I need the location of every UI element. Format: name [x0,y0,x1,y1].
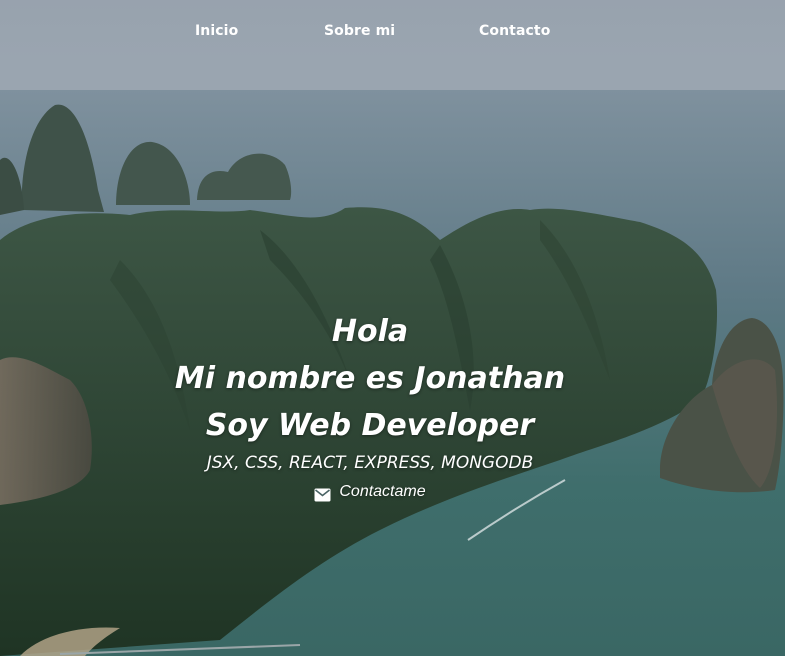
hero-intro: Hola Mi nombre es Jonathan Soy Web Devel… [0,308,740,506]
hero-greeting: Hola [331,314,409,349]
contact-me-link[interactable]: Contactame [314,479,426,505]
nav-link-contacto[interactable]: Contacto [479,23,550,39]
contact-me-label: Contactame [339,483,426,500]
nav-link-inicio[interactable]: Inicio [195,23,238,39]
hero-section: Inicio Sobre mi Contacto Hola Mi nombre … [0,0,785,656]
nav-link-sobre-mi[interactable]: Sobre mi [324,23,395,39]
top-navigation: Inicio Sobre mi Contacto [0,0,785,62]
hero-name-line: Mi nombre es Jonathan [174,361,566,396]
hero-role-line: Soy Web Developer [205,408,535,443]
hero-tech-stack: JSX, CSS, REACT, EXPRESS, MONGODB [206,453,534,473]
mail-icon [314,485,331,502]
